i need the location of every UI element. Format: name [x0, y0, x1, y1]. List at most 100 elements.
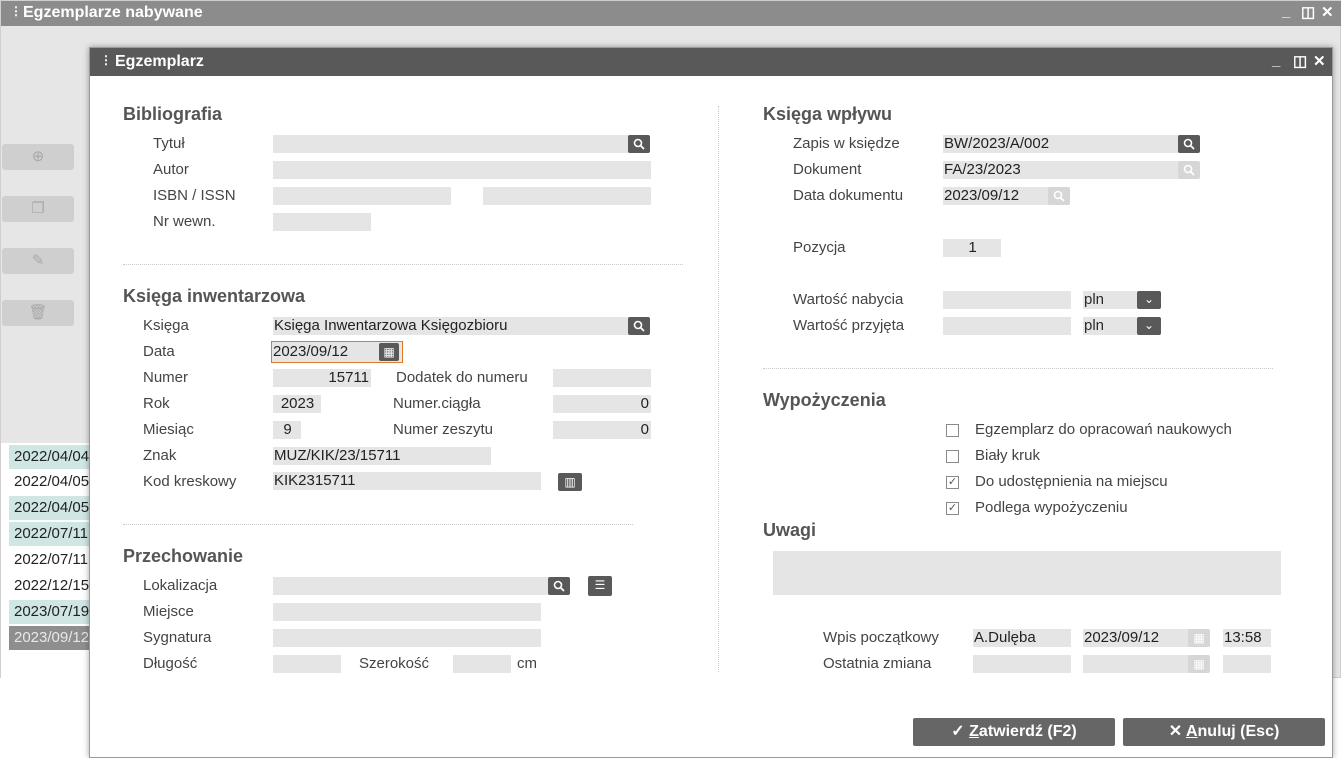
- check-icon: ✓: [947, 502, 958, 514]
- dodatek-field[interactable]: [553, 369, 651, 387]
- sygnatura-label: Sygnatura: [143, 629, 212, 646]
- numer-zeszytu-field[interactable]: 0: [553, 421, 651, 439]
- szerokosc-field[interactable]: [453, 655, 511, 673]
- wartosc-nabycia-field[interactable]: [943, 291, 1071, 309]
- zapis-search-button[interactable]: [1178, 135, 1200, 153]
- ksiega-inwentarzowa-heading: Księga inwentarzowa: [123, 286, 306, 306]
- egzemplarz-dialog: ⋮ Egzemplarz _ ◫ ✕ Bibliografia Tytuł Au…: [89, 47, 1333, 758]
- data-value: 2023/09/12: [273, 343, 349, 360]
- uwagi-textarea[interactable]: [773, 551, 1281, 595]
- szerokosc-label: Szerokość: [359, 655, 430, 672]
- wartosc-nabycia-label: Wartość nabycia: [793, 291, 904, 308]
- divider: [123, 524, 633, 525]
- issn-field[interactable]: [483, 187, 651, 205]
- znak-label: Znak: [143, 447, 177, 464]
- copy-icon: ❐: [31, 200, 45, 217]
- przechowanie-heading: Przechowanie: [123, 546, 244, 566]
- ksiega-field[interactable]: Księga Inwentarzowa Księgozbioru: [273, 317, 629, 335]
- dokument-search-button[interactable]: [1178, 161, 1200, 179]
- list-item-selected[interactable]: 2023/09/12: [9, 626, 93, 650]
- list-item[interactable]: 2022/04/04: [9, 445, 93, 469]
- check-icon: ✓: [947, 476, 958, 488]
- checkbox-opracowania[interactable]: [946, 424, 959, 437]
- zapis-label: Zapis w księdze: [793, 135, 900, 152]
- lokalizacja-label: Lokalizacja: [143, 577, 218, 594]
- data-dokumentu-search-button[interactable]: [1048, 187, 1070, 205]
- list-item[interactable]: 2022/04/05: [9, 470, 93, 494]
- wartosc-przyjeta-field[interactable]: [943, 317, 1071, 335]
- checkbox-wypozyczenie[interactable]: ✓: [946, 502, 959, 515]
- lokalizacja-list-button[interactable]: ☰: [588, 576, 612, 596]
- add-button[interactable]: ⊕: [2, 144, 74, 170]
- pozycja-field[interactable]: 1: [943, 239, 1001, 257]
- numer-field[interactable]: 15711: [273, 369, 371, 387]
- search-icon: [1183, 138, 1195, 150]
- calendar-icon: ▦: [1188, 655, 1210, 673]
- tytul-search-button[interactable]: [628, 135, 650, 153]
- numer-ciagla-field[interactable]: 0: [553, 395, 651, 413]
- chevron-down-icon[interactable]: ⌄: [1137, 317, 1161, 335]
- autor-field[interactable]: [273, 161, 651, 179]
- search-icon: [553, 580, 565, 592]
- data-label: Data: [143, 343, 175, 360]
- edit-button[interactable]: ✎: [2, 248, 74, 274]
- data-dokumentu-field[interactable]: 2023/09/12: [943, 187, 1049, 205]
- plus-circle-icon: ⊕: [31, 148, 45, 165]
- nabycia-currency-select[interactable]: pln: [1083, 291, 1137, 309]
- list-item[interactable]: 2022/07/11: [9, 548, 93, 572]
- dokument-label: Dokument: [793, 161, 862, 178]
- lokalizacja-field[interactable]: [273, 577, 549, 595]
- isbn-field[interactable]: [273, 187, 451, 205]
- minimize-icon[interactable]: _: [1282, 3, 1290, 20]
- dlugosc-field[interactable]: [273, 655, 341, 673]
- grip-icon: ⋮: [10, 4, 22, 18]
- wpis-user-field: A.Dulęba: [973, 629, 1071, 647]
- miesiac-field[interactable]: 9: [273, 421, 301, 439]
- miejsce-field[interactable]: [273, 603, 541, 621]
- list-item[interactable]: 2023/07/19: [9, 600, 93, 624]
- checkbox-bialy-kruk[interactable]: [946, 450, 959, 463]
- dokument-field[interactable]: FA/23/2023: [943, 161, 1179, 179]
- calendar-button[interactable]: ▦: [379, 343, 399, 361]
- dialog-titlebar: ⋮ Egzemplarz _ ◫ ✕: [90, 48, 1332, 76]
- dlugosc-label: Długość: [143, 655, 198, 672]
- zapis-field[interactable]: BW/2023/A/002: [943, 135, 1179, 153]
- wypozyczenie-label: Podlega wypożyczeniu: [975, 499, 1128, 516]
- tytul-field[interactable]: [273, 135, 629, 153]
- przyjeta-currency-select[interactable]: pln: [1083, 317, 1137, 335]
- zmiana-user-field: [973, 655, 1071, 673]
- minimize-icon[interactable]: _: [1272, 52, 1280, 69]
- checkbox-na-miejscu[interactable]: ✓: [946, 476, 959, 489]
- kod-kreskowy-field[interactable]: KIK2315711: [273, 472, 541, 490]
- anuluj-button[interactable]: ✕ Anuluj (Esc): [1123, 718, 1325, 746]
- restore-icon[interactable]: ◫: [1293, 52, 1307, 70]
- list-item[interactable]: 2022/04/05: [9, 496, 93, 520]
- close-icon[interactable]: ✕: [1313, 52, 1326, 70]
- chevron-down-icon[interactable]: ⌄: [1137, 291, 1161, 309]
- pozycja-label: Pozycja: [793, 239, 846, 256]
- wartosc-przyjeta-label: Wartość przyjęta: [793, 317, 905, 334]
- close-icon: ✕: [1168, 723, 1183, 740]
- data-dokumentu-label: Data dokumentu: [793, 187, 904, 204]
- wpis-time-field: 13:58: [1223, 629, 1271, 647]
- restore-icon[interactable]: ◫: [1301, 3, 1315, 21]
- wpis-date-field: 2023/09/12: [1083, 629, 1189, 647]
- rok-field[interactable]: 2023: [273, 395, 321, 413]
- copy-button[interactable]: ❐: [2, 196, 74, 222]
- zatwierdz-button[interactable]: ✓ Zatwierdź (F2): [913, 718, 1115, 746]
- ostatnia-zmiana-label: Ostatnia zmiana: [823, 655, 932, 672]
- nr-wewn-field[interactable]: [273, 213, 371, 231]
- znak-field[interactable]: MUZ/KIK/23/15711: [273, 447, 491, 465]
- close-icon[interactable]: ✕: [1321, 3, 1334, 21]
- search-icon: [633, 320, 645, 332]
- dialog-title: Egzemplarz: [115, 53, 204, 70]
- sygnatura-field[interactable]: [273, 629, 541, 647]
- list-item[interactable]: 2022/07/11: [9, 522, 93, 546]
- delete-button[interactable]: 🗑: [2, 300, 74, 326]
- numer-label: Numer: [143, 369, 189, 386]
- lokalizacja-search-button[interactable]: [548, 577, 570, 595]
- ksiega-search-button[interactable]: [628, 317, 650, 335]
- list-item[interactable]: 2022/12/15: [9, 574, 93, 598]
- barcode-button[interactable]: ▥: [558, 473, 582, 491]
- autor-label: Autor: [153, 161, 189, 178]
